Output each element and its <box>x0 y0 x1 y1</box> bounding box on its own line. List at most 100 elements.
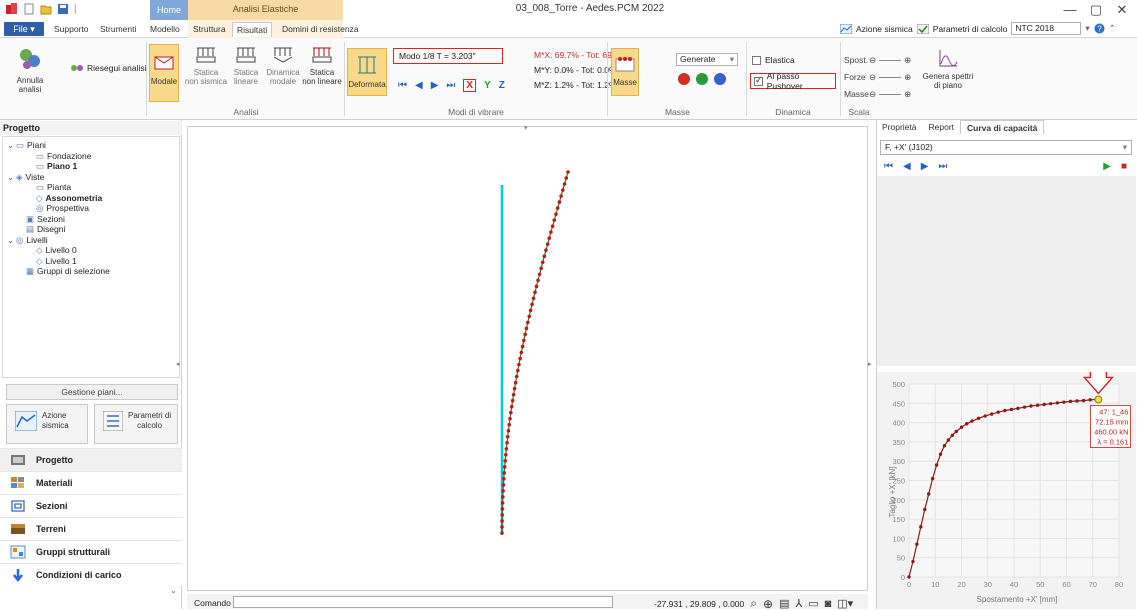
tree-item[interactable]: ▭ Fondazione <box>7 151 179 162</box>
model-viewport[interactable]: ▾ <box>187 125 868 591</box>
last-step-icon[interactable]: ⏭ <box>938 161 947 172</box>
prev-step-icon[interactable]: ◀ <box>903 161 911 172</box>
elastica-checkbox[interactable]: Elastica <box>752 55 795 65</box>
mass-green-icon[interactable] <box>695 72 709 86</box>
forze-plus-icon[interactable]: ⊕ <box>904 69 911 86</box>
right-panel-expand-icon[interactable]: ▸ <box>868 360 872 368</box>
panel-collapse-icon[interactable]: ◂ <box>176 360 180 368</box>
azione-sismica-link[interactable]: Azione sismica <box>856 24 913 34</box>
help-icon[interactable]: ? <box>1094 23 1105 34</box>
tree-item[interactable]: ⌄ ◎ Livelli <box>7 235 179 246</box>
next-mode-icon[interactable]: ▶ <box>431 80 439 91</box>
tab-strumenti[interactable]: Strumenti <box>96 22 140 37</box>
tree-expand-icon[interactable]: ⌄ <box>7 235 16 246</box>
masse-minus-icon[interactable]: ⊖ <box>869 86 876 103</box>
frame-icon[interactable]: ▭ <box>808 597 818 610</box>
layout-icon[interactable]: ◫▾ <box>837 597 853 610</box>
camera-icon[interactable]: ◙ <box>825 598 832 610</box>
tab-report[interactable]: Report <box>923 120 961 134</box>
tree-item[interactable]: ▭ Pianta <box>7 182 179 193</box>
nav-gruppi-strutturali[interactable]: Gruppi strutturali <box>0 540 182 563</box>
tree-item[interactable]: ⌄ ▭ Piani <box>7 140 179 151</box>
riesegui-analisi-button[interactable]: Riesegui analisi <box>70 62 147 74</box>
norm-select[interactable]: NTC 2018 <box>1011 22 1082 35</box>
play-icon[interactable]: ▶ <box>1103 161 1111 172</box>
masse-slider[interactable] <box>879 94 902 95</box>
ribbon-collapse-icon[interactable]: ⌃ <box>1109 23 1116 34</box>
highlight-point[interactable] <box>1094 395 1103 404</box>
nav-condizioni-carico[interactable]: Condizioni di carico <box>0 563 182 586</box>
nav-materiali[interactable]: Materiali <box>0 471 182 494</box>
genera-spettri-button[interactable]: Genera spettri di piano <box>922 48 974 90</box>
first-mode-icon[interactable]: ⏮ <box>398 80 407 91</box>
mass-red-icon[interactable] <box>677 72 691 86</box>
maximize-button[interactable]: ▢ <box>1086 2 1106 18</box>
forze-slider[interactable] <box>879 77 902 78</box>
spost-slider[interactable] <box>879 60 902 61</box>
gestione-piani-button[interactable]: Gestione piani... <box>6 384 178 400</box>
azione-sismica-button[interactable]: Azione sismica <box>6 404 88 444</box>
first-step-icon[interactable]: ⏮ <box>884 161 893 172</box>
tree-item[interactable]: ◇ Livello 1 <box>7 256 179 267</box>
zoom-window-icon[interactable]: ⊕ <box>763 597 773 611</box>
tree-item[interactable]: ▭ Piano 1 <box>7 161 179 172</box>
last-mode-icon[interactable]: ⏭ <box>446 80 455 91</box>
statica-non-lineare-button[interactable]: Statica non lineare <box>302 46 342 86</box>
nav-terreni[interactable]: Terreni <box>0 517 182 540</box>
nav-progetto[interactable]: Progetto <box>0 448 182 471</box>
tab-modello[interactable]: Modello <box>146 22 184 37</box>
dinamica-modale-button[interactable]: Dinamica modale <box>264 46 302 86</box>
tree-item[interactable]: ▣ Sezioni <box>7 214 179 225</box>
generate-select[interactable]: Generate ▾ <box>676 53 738 66</box>
tab-struttura[interactable]: Struttura <box>189 22 230 37</box>
new-file-icon[interactable] <box>23 3 35 15</box>
tree-item[interactable]: ◎ Prospettiva <box>7 203 179 214</box>
minimize-button[interactable]: — <box>1060 2 1080 17</box>
close-button[interactable]: ✕ <box>1112 2 1132 18</box>
curve-select[interactable]: F, +X' (J102) ▾ <box>880 140 1132 155</box>
tab-curva-capacita[interactable]: Curva di capacità <box>960 120 1045 134</box>
save-icon[interactable] <box>57 3 69 15</box>
tree-item[interactable]: ⌄ ◈ Viste <box>7 172 179 183</box>
open-folder-icon[interactable] <box>40 3 52 15</box>
statica-lineare-button[interactable]: Statica lineare <box>228 46 264 86</box>
view-icon[interactable]: ▤ <box>779 597 789 610</box>
statica-non-sismica-button[interactable]: Statica non sismica <box>184 46 228 86</box>
tab-proprieta[interactable]: Proprietà <box>876 120 923 134</box>
calc-params-icon[interactable] <box>916 23 929 34</box>
axis-y-toggle[interactable]: Y <box>484 80 491 91</box>
stop-icon[interactable]: ■ <box>1121 161 1127 172</box>
tree-item[interactable]: ▤ Disegni <box>7 224 179 235</box>
tab-domini-resistenza[interactable]: Domini di resistenza <box>278 22 363 37</box>
norm-dropdown-icon[interactable]: ▾ <box>1085 23 1089 34</box>
parametri-calcolo-button[interactable]: Parametri di calcolo <box>94 404 178 444</box>
masse-button[interactable]: Masse <box>611 48 639 96</box>
mass-blue-icon[interactable] <box>713 72 727 86</box>
prev-mode-icon[interactable]: ◀ <box>415 80 423 91</box>
qat-more-icon[interactable]: | <box>74 4 77 15</box>
pushover-check-box[interactable]: ✓ <box>754 75 763 86</box>
tree-item[interactable]: ◇ Livello 0 <box>7 245 179 256</box>
spost-plus-icon[interactable]: ⊕ <box>904 52 911 69</box>
axis-z-toggle[interactable]: Z <box>499 80 505 91</box>
forze-minus-icon[interactable]: ⊖ <box>869 69 876 86</box>
next-step-icon[interactable]: ▶ <box>921 161 929 172</box>
command-input[interactable] <box>233 596 613 608</box>
parametri-calcolo-link[interactable]: Parametri di calcolo <box>933 24 1008 34</box>
tab-supporto[interactable]: Supporto <box>50 22 93 37</box>
modale-button[interactable]: Modale <box>149 44 179 102</box>
elastica-check-box[interactable] <box>752 55 761 65</box>
deformata-button[interactable]: Deformata <box>347 48 387 96</box>
masse-plus-icon[interactable]: ⊕ <box>904 86 911 103</box>
tree-expand-icon[interactable]: ⌄ <box>7 140 16 151</box>
tree-item[interactable]: ◇ Assonometria <box>7 193 179 204</box>
tree-item[interactable]: ▦ Gruppi di selezione <box>7 266 179 277</box>
tree-expand-icon[interactable]: ⌄ <box>7 172 16 183</box>
nav-sezioni[interactable]: Sezioni <box>0 494 182 517</box>
axes-icon[interactable]: ⅄ <box>795 597 802 610</box>
nav-expand-icon[interactable]: ⌄ <box>170 586 177 595</box>
tab-risultati[interactable]: Risultati <box>232 22 273 37</box>
file-menu-button[interactable]: File ▾ <box>4 22 44 36</box>
annulla-analisi-button[interactable]: Annulla analisi <box>6 46 54 94</box>
spost-minus-icon[interactable]: ⊖ <box>869 52 876 69</box>
